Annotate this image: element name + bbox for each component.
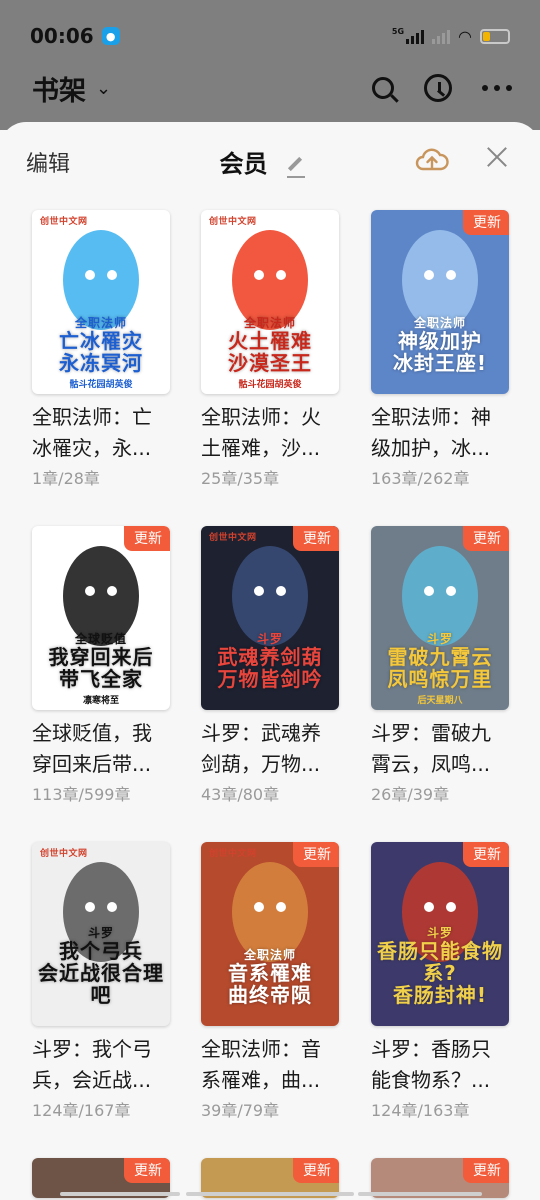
book-cover[interactable]: 创世中文网全职法师 火土罹难 沙漠圣王骷斗花园胡英俊 xyxy=(201,210,339,394)
book-item[interactable]: 斗罗 香肠只能食物系? 香肠封神! 更新斗罗：香肠只能食物系？... 124章/163章 xyxy=(371,842,511,1121)
book-item[interactable]: 全球贬值 我穿回来后 带飞全家凛寒将至 更新全球贬值，我穿回来后带... 113章/59… xyxy=(32,526,172,805)
close-icon[interactable] xyxy=(480,140,514,174)
wifi-icon: ◠ xyxy=(458,26,472,46)
shelf-title[interactable]: 书架 xyxy=(32,69,86,108)
reading-progress: 124章/167章 xyxy=(32,1101,131,1120)
scroll-indicator xyxy=(60,1192,180,1196)
book-cover[interactable]: 斗罗 香肠只能食物系? 香肠封神! 更新 xyxy=(371,842,509,1026)
cover-brand: 创世中文网 xyxy=(209,217,257,227)
cover-author: 骷斗花园胡英俊 xyxy=(69,380,133,390)
book-cover[interactable]: 全球贬值 我穿回来后 带飞全家凛寒将至 更新 xyxy=(32,526,170,710)
book-cover[interactable]: 斗罗 雷破九霄云 凤鸣惊万里后天星期八 更新 xyxy=(371,526,509,710)
history-icon[interactable] xyxy=(424,74,452,102)
signal-icon xyxy=(432,28,451,44)
reading-progress: 1章/28章 xyxy=(32,469,100,488)
pencil-icon[interactable] xyxy=(273,156,321,178)
book-item[interactable]: 全职法师 神级加护 冰封王座! 更新全职法师：神级加护，冰... 163章/262章 xyxy=(371,210,511,489)
signal-5g-icon: 5G xyxy=(392,27,425,44)
reading-progress: 26章/39章 xyxy=(371,785,450,804)
cover-title: 全职法师 火土罹难 沙漠圣王 xyxy=(228,316,312,375)
book-cover[interactable]: 创世中文网全职法师 亡冰罹灾 永冻冥河骷斗花园胡英俊 xyxy=(32,210,170,394)
status-bar: 00:06 ● 5G ◠ xyxy=(30,22,510,50)
updated-badge: 更新 xyxy=(124,1158,170,1183)
sheet-header: 编辑 会员 xyxy=(0,122,540,200)
cover-title: 斗罗 雷破九霄云 凤鸣惊万里 xyxy=(387,632,493,691)
group-sheet: 编辑 会员 创世中文网 全职法师 亡冰罹灾 永冻冥河 骷斗花园胡英俊 全职法师：亡冰罹灾，… xyxy=(0,122,540,1200)
status-time: 00:06 xyxy=(30,24,94,48)
more-icon[interactable] xyxy=(482,85,512,91)
book-title[interactable]: 全职法师：神级加护，冰... xyxy=(371,402,509,464)
updated-badge: 更新 xyxy=(293,526,339,551)
cover-title: 全职法师 神级加护 冰封王座! xyxy=(392,316,488,375)
book-cover[interactable]: 创世中文网全职法师 音系罹难 曲终帝陨 更新 xyxy=(201,842,339,1026)
shelf-header: 书架 ⌄ xyxy=(32,68,512,108)
reading-progress: 124章/163章 xyxy=(371,1101,470,1120)
cover-title: 斗罗 我个弓兵 会近战很合理吧 xyxy=(38,926,164,1007)
reading-progress: 113章/599章 xyxy=(32,785,131,804)
updated-badge: 更新 xyxy=(293,842,339,867)
qq-icon: ● xyxy=(101,27,120,45)
cover-title: 斗罗 武魂养剑葫 万物皆剑吟 xyxy=(217,632,323,691)
updated-badge: 更新 xyxy=(124,526,170,551)
cover-title: 斗罗 香肠只能食物系? 香肠封神! xyxy=(377,926,503,1007)
cover-title: 全球贬值 我穿回来后 带飞全家 xyxy=(48,632,154,691)
book-cover[interactable]: 创世中文网斗罗 我个弓兵 会近战很合理吧 xyxy=(32,842,170,1026)
book-cover[interactable]: 创世中文网斗罗 武魂养剑葫 万物皆剑吟 更新 xyxy=(201,526,339,710)
book-title[interactable]: 全职法师：亡冰罹灾，永... xyxy=(32,402,170,464)
reading-progress: 43章/80章 xyxy=(201,785,280,804)
cover-title: 全职法师 音系罹难 曲终帝陨 xyxy=(228,948,312,1007)
book-cover[interactable]: 全职法师 神级加护 冰封王座! 更新 xyxy=(371,210,509,394)
search-icon[interactable] xyxy=(372,77,394,99)
book-title[interactable]: 斗罗：我个弓兵，会近战... xyxy=(32,1034,170,1096)
book-title[interactable]: 斗罗：雷破九霄云，凤鸣... xyxy=(371,718,509,780)
book-item[interactable]: 创世中文网全职法师 火土罹难 沙漠圣王骷斗花园胡英俊全职法师：火土罹难，沙... 25… xyxy=(201,210,341,489)
scroll-indicator xyxy=(186,1192,354,1196)
updated-badge: 更新 xyxy=(463,210,509,235)
group-title: 会员 xyxy=(219,150,268,178)
cover-title: 全职法师 亡冰罹灾 永冻冥河 xyxy=(59,316,143,375)
updated-badge: 更新 xyxy=(463,842,509,867)
reading-progress: 163章/262章 xyxy=(371,469,470,488)
cover-brand: 创世中文网 xyxy=(40,849,88,859)
updated-badge: 更新 xyxy=(463,1158,509,1183)
scroll-indicator xyxy=(358,1192,482,1196)
book-item[interactable]: 创世中文网全职法师 亡冰罹灾 永冻冥河骷斗花园胡英俊全职法师：亡冰罹灾，永... 1章… xyxy=(32,210,172,489)
updated-badge: 更新 xyxy=(293,1158,339,1183)
cover-brand: 创世中文网 xyxy=(209,533,257,543)
cloud-upload-icon[interactable] xyxy=(414,142,450,178)
book-item[interactable]: 创世中文网斗罗 武魂养剑葫 万物皆剑吟 更新斗罗：武魂养剑葫，万物... 43章/80章 xyxy=(201,526,341,805)
book-title[interactable]: 全职法师：火土罹难，沙... xyxy=(201,402,339,464)
book-title[interactable]: 全球贬值，我穿回来后带... xyxy=(32,718,170,780)
battery-icon xyxy=(480,28,510,44)
book-item[interactable]: 斗罗 雷破九霄云 凤鸣惊万里后天星期八 更新斗罗：雷破九霄云，凤鸣... 26章/39章 xyxy=(371,526,511,805)
reading-progress: 25章/35章 xyxy=(201,469,280,488)
book-title[interactable]: 全职法师：音系罹难，曲... xyxy=(201,1034,339,1096)
book-item[interactable]: 创世中文网斗罗 我个弓兵 会近战很合理吧斗罗：我个弓兵，会近战... 124章/167… xyxy=(32,842,172,1121)
cover-author: 后天星期八 xyxy=(417,696,463,706)
background-app: 00:06 ● 5G ◠ 书架 ⌄ xyxy=(0,0,540,130)
chevron-down-icon[interactable]: ⌄ xyxy=(96,78,111,99)
book-item[interactable]: 创世中文网全职法师 音系罹难 曲终帝陨 更新全职法师：音系罹难，曲... 39章/79章 xyxy=(201,842,341,1121)
cover-brand: 创世中文网 xyxy=(40,217,88,227)
updated-badge: 更新 xyxy=(463,526,509,551)
book-title[interactable]: 斗罗：香肠只能食物系？... xyxy=(371,1034,509,1096)
cover-author: 骷斗花园胡英俊 xyxy=(238,380,302,390)
cover-author: 凛寒将至 xyxy=(82,696,119,706)
reading-progress: 39章/79章 xyxy=(201,1101,280,1120)
book-title[interactable]: 斗罗：武魂养剑葫，万物... xyxy=(201,718,339,780)
cover-brand: 创世中文网 xyxy=(209,849,257,859)
